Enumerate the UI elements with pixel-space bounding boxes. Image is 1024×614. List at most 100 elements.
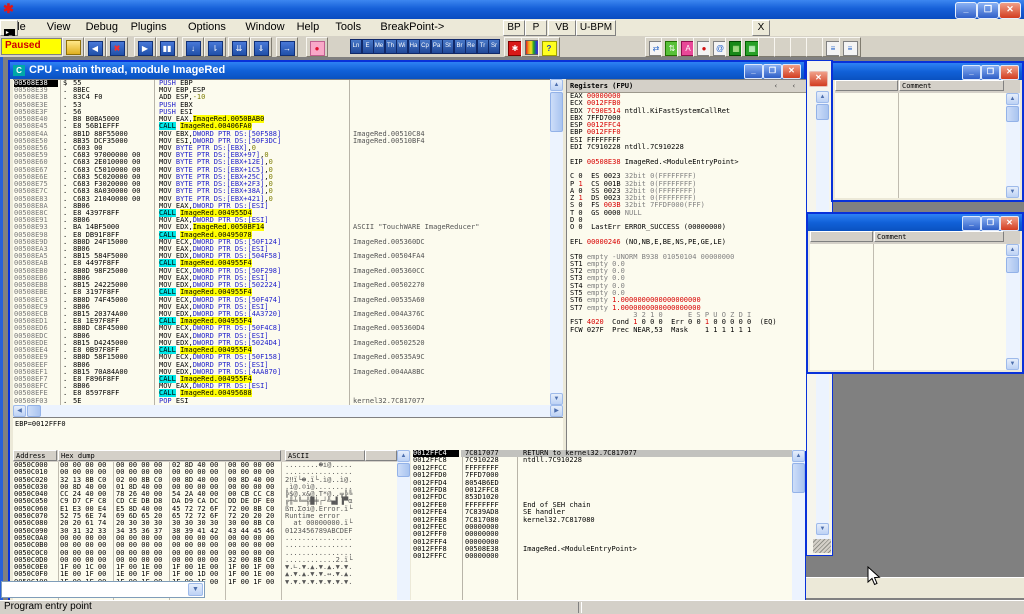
menu-plugins[interactable]: Plugins [125, 20, 173, 35]
disasm-row[interactable]: 00508EB0.8B0D 98F25000MOV ECX,DWORD PTR … [13, 268, 550, 275]
cpu-minimize-button[interactable]: _ [744, 64, 763, 79]
menu-help[interactable]: Help [291, 20, 326, 35]
disasm-row[interactable]: 00508F03.5EPOP ESIkernel32.7C817077 [13, 398, 550, 405]
disasm-row[interactable]: 00508E38$55PUSH EBP [13, 80, 550, 87]
comment-list-body[interactable] [810, 244, 1020, 370]
win-maximize-button[interactable]: ❐ [981, 65, 1000, 80]
registers-pane[interactable]: Registers (FPU) ‹ ‹ EAX 00000000ECX 0012… [566, 79, 806, 451]
dump-pane[interactable]: 0050C00000 00 00 0000 00 00 0002 8D 40 0… [13, 462, 397, 600]
comment-vscrollbar[interactable]: ▲ ▼ [1006, 244, 1020, 370]
p-button[interactable]: P [525, 20, 547, 36]
disasm-row[interactable]: 00508E8C.E8 4397F8FFCALL ImageRed.004955… [13, 210, 550, 217]
win-minimize-button[interactable]: _ [962, 65, 981, 80]
disassembly-vscrollbar[interactable]: ▲ ▼ [550, 79, 563, 405]
menu-debug[interactable]: Debug [80, 20, 124, 35]
close-program-icon[interactable]: ✖ [106, 37, 128, 57]
minimize-button[interactable]: _ [955, 2, 977, 19]
pane-button-pa[interactable]: Pa [431, 39, 443, 54]
scroll-down-icon[interactable]: ▼ [816, 523, 829, 535]
animate-over-icon[interactable]: ⇓ [250, 37, 272, 57]
scroll-left-icon[interactable]: ◀ [13, 405, 26, 417]
strip-close-icon[interactable]: ✕ [809, 71, 828, 87]
scroll-down-icon[interactable]: ▼ [1006, 358, 1019, 370]
scroll-thumb[interactable] [27, 405, 41, 417]
scroll-right-icon[interactable]: ▶ [550, 405, 563, 417]
pane-button-e[interactable]: E [362, 39, 374, 54]
register-line[interactable]: O 0 LastErr ERROR_SUCCESS (00000000) [567, 224, 806, 231]
dropdown-arrow-icon[interactable]: ▼ [188, 583, 203, 596]
animate-into-icon[interactable]: ⇊ [228, 37, 250, 57]
bp-button[interactable]: BP [503, 20, 525, 36]
scroll-down-icon[interactable]: ▼ [1006, 186, 1019, 198]
comment-vscrollbar[interactable]: ▲ ▼ [1006, 93, 1020, 198]
disasm-row[interactable]: 00508EC3.8B0D 74F45000MOV ECX,DWORD PTR … [13, 297, 550, 304]
scroll-thumb[interactable] [550, 92, 563, 132]
scroll-down-icon[interactable]: ▼ [550, 393, 563, 405]
register-line[interactable]: FCW 027F Prec NEAR,53 Mask 1 1 1 1 1 1 [567, 327, 806, 334]
menu-view[interactable]: View [41, 20, 77, 35]
pane-chevron-icon[interactable]: ‹ [792, 80, 796, 92]
scroll-up-icon[interactable]: ▲ [550, 79, 563, 91]
scroll-up-icon[interactable]: ▲ [792, 450, 805, 462]
win-maximize-button[interactable]: ❐ [981, 216, 1000, 231]
pane-button-tr[interactable]: Tr [477, 39, 489, 54]
breakpoint-icon[interactable]: ● [306, 37, 328, 57]
win-close-button[interactable]: ✕ [1000, 65, 1019, 80]
scroll-up-icon[interactable]: ▲ [397, 450, 410, 462]
register-line[interactable]: EIP 00508E38 ImageRed.<ModuleEntryPoint> [567, 159, 806, 166]
disasm-row[interactable]: 00508E9D.8B0D 24F15000MOV ECX,DWORD PTR … [13, 239, 550, 246]
pane-button-ha[interactable]: Ha [408, 39, 420, 54]
disassembly-hscrollbar[interactable]: ◀ ▶ [13, 405, 563, 417]
resize-grip[interactable] [813, 539, 831, 553]
comment-window-titlebar[interactable]: _ ❐ ✕ [833, 63, 1022, 80]
comment-window-titlebar[interactable]: _ ❐ ✕ [808, 214, 1022, 231]
restart-icon[interactable]: ◀ [84, 37, 106, 57]
pane-button-cp[interactable]: Cp [419, 39, 431, 54]
disasm-row[interactable]: 00508E3B.83C4 F0ADD ESP,-10 [13, 94, 550, 101]
info-pane[interactable]: EBP=0012FFF0 [13, 417, 563, 451]
disasm-row[interactable]: 00508E83.C683 21040000 00MOV BYTE PTR DS… [13, 196, 550, 203]
pane-button-st[interactable]: St [442, 39, 454, 54]
menu-window[interactable]: Window [239, 20, 290, 35]
step-into-icon[interactable]: ↓ [182, 37, 204, 57]
register-line[interactable]: EFL 00000246 (NO,NB,E,BE,NS,PE,GE,LE) [567, 239, 806, 246]
vb-button[interactable]: VB [548, 20, 576, 36]
run-icon[interactable]: ▶ [134, 37, 156, 57]
pane-button-th[interactable]: Th [385, 39, 397, 54]
cpu-window-titlebar[interactable]: C CPU - main thread, module ImageRed _ ❐… [10, 62, 804, 79]
pane-button-wi[interactable]: Wi [396, 39, 408, 54]
disassembly-pane[interactable]: 00508E38$55PUSH EBP00508E39.8BECMOV EBP,… [13, 79, 550, 406]
pane-button-re[interactable]: Re [465, 39, 477, 54]
comment-list-body[interactable] [835, 93, 1020, 198]
dump-vscrollbar[interactable]: ▲ ▼ [397, 450, 410, 600]
menu-options[interactable]: Options [182, 20, 232, 35]
pane-button-ln[interactable]: Ln [350, 39, 362, 54]
execute-till-return-icon[interactable]: → [276, 37, 298, 57]
pane-button-sr[interactable]: Sr [488, 39, 500, 54]
stack-row[interactable]: 0012FFFC00000000 [411, 553, 792, 560]
disasm-row[interactable]: 00508EFE.E8 8597F8FFCALL ImageRed.004956… [13, 390, 550, 397]
register-line[interactable]: EDI 7C910228 ntdll.7C910228 [567, 144, 806, 151]
command-combobox[interactable]: ▼ [1, 581, 205, 598]
register-line[interactable]: T 0 GS 0000 NULL [567, 210, 806, 217]
close-button[interactable]: ✕ [999, 2, 1021, 19]
scroll-up-icon[interactable]: ▲ [816, 91, 829, 103]
scroll-up-icon[interactable]: ▲ [1006, 93, 1019, 105]
pause-icon[interactable]: ▮▮ [156, 37, 178, 57]
menubar-close-button[interactable]: X [752, 20, 770, 36]
pane-chevron-icon[interactable]: ‹ [774, 80, 778, 92]
ubpm-button[interactable]: U-BPM [576, 20, 616, 36]
cpu-maximize-button[interactable]: ❐ [763, 64, 782, 79]
cpu-close-button[interactable]: ✕ [782, 64, 801, 79]
win-minimize-button[interactable]: _ [962, 216, 981, 231]
step-over-icon[interactable]: ⇂ [204, 37, 226, 57]
pane-button-me[interactable]: Me [373, 39, 385, 54]
restore-button[interactable]: ❐ [977, 2, 999, 19]
scroll-thumb[interactable] [816, 104, 829, 120]
open-file-icon[interactable] [62, 37, 84, 57]
disasm-row[interactable]: 00508ED6.8B0D C8F45000MOV ECX,DWORD PTR … [13, 325, 550, 332]
disasm-row[interactable]: 00508EF7.E8 F896F8FFCALL ImageRed.004955… [13, 376, 550, 383]
menu-breakpoint[interactable]: BreakPoint-> [374, 20, 450, 35]
scroll-thumb[interactable] [397, 463, 410, 477]
menu-tools[interactable]: Tools [329, 20, 367, 35]
